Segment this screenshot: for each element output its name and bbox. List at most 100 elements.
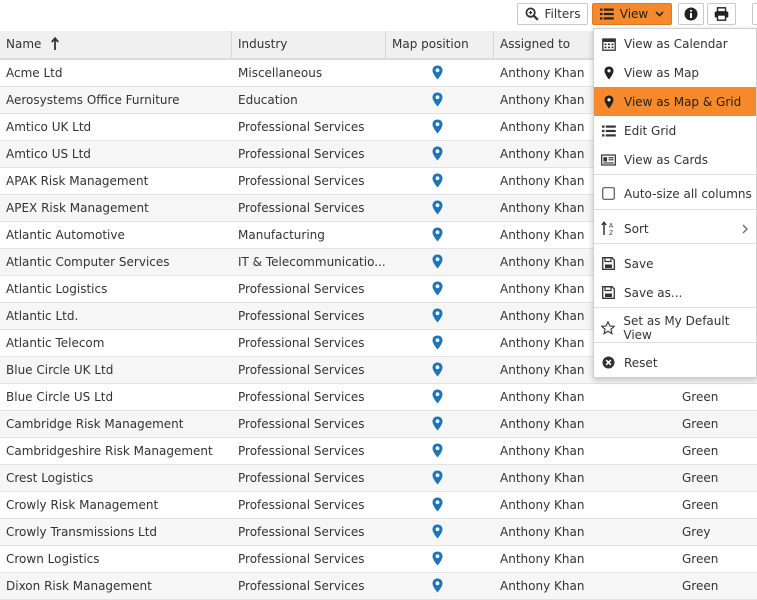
menu-item-save[interactable]: Save <box>594 249 756 278</box>
cell-colour: Green <box>682 390 719 404</box>
cell-industry: Professional Services <box>238 471 365 485</box>
svg-text:A: A <box>609 223 614 230</box>
sort-az-icon: AZ <box>601 221 616 236</box>
cell-map-position <box>386 465 494 491</box>
cell-name: Cambridgeshire Risk Management <box>6 444 213 458</box>
cell-map-position <box>386 222 494 248</box>
more-button[interactable] <box>752 3 757 25</box>
cell-industry: Education <box>238 93 298 107</box>
menu-item-label: Edit Grid <box>624 123 677 138</box>
cell-name: Amtico US Ltd <box>6 147 91 161</box>
cell-industry: Professional Services <box>238 174 365 188</box>
menu-item-view-as-map[interactable]: View as Map <box>594 58 756 87</box>
calendar-icon <box>601 36 616 51</box>
cell-industry: Professional Services <box>238 552 365 566</box>
sort-ascending-icon <box>51 33 60 58</box>
cell-colour: Green <box>682 444 719 458</box>
cell-industry: Professional Services <box>238 282 365 296</box>
cell-map-position <box>386 60 494 86</box>
cell-map-position <box>386 384 494 410</box>
cell-assigned-to: Anthony Khan <box>500 444 585 458</box>
cell-colour: Green <box>682 579 719 593</box>
menu-item-view-as-cards[interactable]: View as Cards <box>594 145 756 174</box>
info-button[interactable] <box>678 3 704 25</box>
menu-item-label: Set as My Default View <box>623 313 730 342</box>
cell-industry: Professional Services <box>238 363 365 377</box>
cell-assigned-to: Anthony Khan <box>500 471 585 485</box>
menu-item-view-as-calendar[interactable]: View as Calendar <box>594 29 756 58</box>
cell-name: Amtico UK Ltd <box>6 120 92 134</box>
cell-name: Blue Circle UK Ltd <box>6 363 114 377</box>
checkbox-icon <box>601 186 616 201</box>
cell-map-position <box>386 276 494 302</box>
menu-item-label: View as Map <box>624 65 700 80</box>
table-row[interactable]: Crowly Risk Management Professional Servi… <box>0 492 757 519</box>
info-icon <box>684 7 698 21</box>
cell-industry: Professional Services <box>238 120 365 134</box>
map-pin-icon <box>601 94 616 109</box>
cell-industry: Professional Services <box>238 444 365 458</box>
cell-name: Atlantic Automotive <box>6 228 125 242</box>
cell-industry: Professional Services <box>238 579 365 593</box>
cell-assigned-to: Anthony Khan <box>500 579 585 593</box>
menu-item-edit-grid[interactable]: Edit Grid <box>594 116 756 145</box>
menu-divider <box>594 243 756 244</box>
menu-item-view-as-map-grid[interactable]: View as Map & Grid <box>594 87 756 116</box>
cell-name: Aerosystems Office Furniture <box>6 93 180 107</box>
print-button[interactable] <box>707 3 736 25</box>
view-button[interactable]: View <box>592 3 672 25</box>
table-row[interactable]: Crowly Transmissions Ltd Professional Ser… <box>0 519 757 546</box>
table-row[interactable]: Cambridge Risk Management Professional Se… <box>0 411 757 438</box>
column-header-name[interactable]: Name <box>0 31 232 58</box>
cell-name: Dixon Risk Management <box>6 579 152 593</box>
column-header-industry[interactable]: Industry <box>232 31 386 58</box>
menu-item-set-as-my-default-view[interactable]: Set as My Default View <box>594 313 756 342</box>
toolbar: Filters View <box>0 0 757 31</box>
table-row[interactable]: Dixon Risk Management Professional Servic… <box>0 573 757 600</box>
svg-text:Z: Z <box>609 230 613 236</box>
cell-industry: Professional Services <box>238 336 365 350</box>
save-as-icon <box>601 285 616 300</box>
cell-name: APEX Risk Management <box>6 201 149 215</box>
cell-industry: Manufacturing <box>238 228 325 242</box>
table-row[interactable]: Cambridgeshire Risk Management Profession… <box>0 438 757 465</box>
table-row[interactable]: Crest Logistics Professional Services Anth… <box>0 465 757 492</box>
cell-industry: IT & Telecommunicatio... <box>238 255 386 269</box>
menu-item-label: Save as... <box>624 285 683 300</box>
cell-colour: Green <box>682 417 719 431</box>
menu-item-label: Auto-size all columns <box>624 186 752 201</box>
save-icon <box>601 256 616 271</box>
menu-item-label: Reset <box>624 355 658 370</box>
menu-item-save-as[interactable]: Save as... <box>594 278 756 307</box>
search-icon <box>525 7 539 21</box>
cell-colour: Green <box>682 552 719 566</box>
cell-map-position <box>386 330 494 356</box>
cell-map-position <box>386 546 494 572</box>
cell-name: Atlantic Ltd. <box>6 309 79 323</box>
cell-map-position <box>386 303 494 329</box>
cell-industry: Professional Services <box>238 201 365 215</box>
filters-label: Filters <box>544 7 581 21</box>
filters-button[interactable]: Filters <box>517 3 588 25</box>
card-icon <box>601 152 616 167</box>
table-row[interactable]: Blue Circle US Ltd Professional Services A… <box>0 384 757 411</box>
cell-industry: Professional Services <box>238 525 365 539</box>
menu-item-sort[interactable]: A Z Sort <box>594 214 756 243</box>
cell-map-position <box>386 87 494 113</box>
view-label: View <box>619 7 649 21</box>
cell-name: Crown Logistics <box>6 552 100 566</box>
cell-map-position <box>386 168 494 194</box>
menu-item-label: Sort <box>624 221 649 236</box>
menu-item-reset[interactable]: Reset <box>594 348 756 377</box>
cell-map-position <box>386 573 494 599</box>
menu-item-auto-size-all-columns[interactable]: Auto-size all columns <box>594 179 756 208</box>
cell-map-position <box>386 357 494 383</box>
cell-industry: Professional Services <box>238 147 365 161</box>
column-header-map-position[interactable]: Map position <box>386 31 494 58</box>
cell-name: Atlantic Telecom <box>6 336 105 350</box>
menu-divider <box>594 209 756 210</box>
menu-divider <box>594 307 756 308</box>
cell-name: Cambridge Risk Management <box>6 417 184 431</box>
cell-map-position <box>386 519 494 545</box>
table-row[interactable]: Crown Logistics Professional Services Anth… <box>0 546 757 573</box>
